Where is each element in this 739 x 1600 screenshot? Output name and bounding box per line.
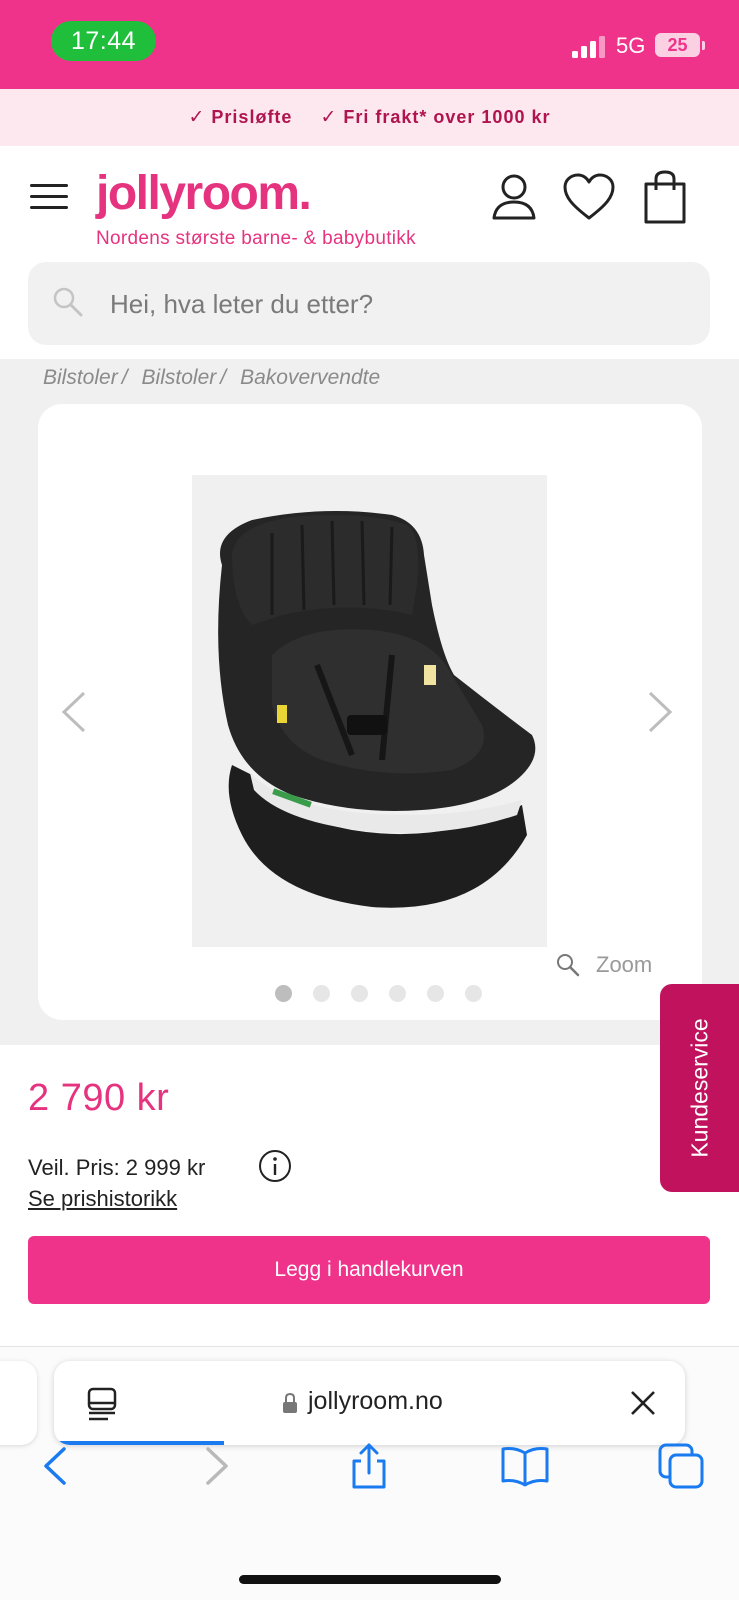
promo-item: ✓ Fri frakt* over 1000 kr (320, 106, 550, 129)
customer-service-label: Kundeservice (686, 1018, 713, 1158)
price-section: 2 790 kr Veil. Pris: 2 999 kr Se prishis… (0, 1045, 739, 1347)
pagination-dot[interactable] (465, 985, 482, 1002)
lock-icon (283, 1392, 297, 1413)
promo-label: Fri frakt* over 1000 kr (343, 107, 551, 127)
user-account-icon[interactable] (490, 172, 538, 220)
customer-service-tab[interactable]: Kundeservice (660, 984, 739, 1192)
back-arrow-icon[interactable] (32, 1441, 82, 1491)
checkmark-icon: ✓ (320, 107, 338, 128)
breadcrumb-separator: / (121, 366, 128, 389)
checkmark-icon: ✓ (188, 107, 206, 128)
battery-tip (702, 41, 705, 50)
promo-bar: ✓ Prisløfte ✓ Fri frakt* over 1000 kr (0, 89, 739, 146)
tabs-icon[interactable] (656, 1441, 706, 1491)
status-time: 17:44 (51, 21, 156, 61)
promo-label: Prisløfte (211, 107, 293, 127)
address-bar[interactable]: jollyroom.no (54, 1361, 685, 1445)
chevron-right-icon[interactable] (646, 689, 676, 735)
heart-icon[interactable] (562, 172, 616, 222)
share-icon[interactable] (344, 1441, 394, 1491)
url-text: jollyroom.no (308, 1387, 443, 1415)
gallery-pagination (275, 985, 482, 1002)
breadcrumb-separator: / (220, 366, 227, 389)
zoom-label: Zoom (596, 952, 653, 977)
pagination-dot[interactable] (313, 985, 330, 1002)
price-history-link[interactable]: Se prishistorikk (28, 1186, 177, 1212)
shopping-bag-icon[interactable] (643, 170, 687, 224)
pagination-dot[interactable] (351, 985, 368, 1002)
product-price: 2 790 kr (28, 1077, 170, 1119)
bookmarks-book-icon[interactable] (500, 1441, 550, 1491)
zoom-magnifier-icon (557, 954, 580, 977)
cellular-signal-icon (572, 36, 605, 58)
close-icon[interactable] (630, 1390, 656, 1416)
forward-arrow-icon[interactable] (190, 1441, 240, 1491)
home-indicator[interactable] (239, 1575, 501, 1584)
search-bar[interactable] (28, 262, 710, 345)
pagination-dot[interactable] (427, 985, 444, 1002)
browser-toolbar: jollyroom.no (0, 1347, 739, 1600)
site-logo[interactable]: jollyroom. (96, 166, 312, 221)
breadcrumb: Bilstoler / Bilstoler / Bakovervendte (43, 359, 380, 397)
pagination-dot-active[interactable] (275, 985, 292, 1002)
promo-item: ✓ Prisløfte (189, 106, 293, 129)
zoom-button[interactable]: Zoom (556, 952, 652, 978)
breadcrumb-item[interactable]: Bilstoler (43, 366, 118, 390)
network-type: 5G (616, 33, 646, 58)
recommended-price: Veil. Pris: 2 999 kr (28, 1155, 206, 1180)
hamburger-menu-icon[interactable] (30, 184, 68, 210)
breadcrumb-item[interactable]: Bakovervendte (240, 366, 380, 390)
search-icon (53, 287, 83, 317)
battery-icon: 25 (655, 33, 700, 57)
tab-overview-icon[interactable] (86, 1387, 118, 1421)
previous-tab-card[interactable] (0, 1361, 37, 1445)
breadcrumb-item[interactable]: Bilstoler (142, 366, 217, 390)
pagination-dot[interactable] (389, 985, 406, 1002)
status-bar: 17:44 5G 25 (0, 0, 739, 89)
site-header: jollyroom. Nordens største barne- & baby… (0, 146, 739, 359)
product-gallery: Zoom (38, 404, 702, 1020)
add-to-cart-button[interactable]: Legg i handlekurven (28, 1236, 710, 1304)
search-input[interactable] (110, 282, 670, 326)
info-icon[interactable] (258, 1149, 292, 1183)
site-tagline: Nordens største barne- & babybutikk (96, 228, 416, 249)
product-image[interactable] (192, 475, 547, 947)
chevron-left-icon[interactable] (58, 689, 88, 735)
